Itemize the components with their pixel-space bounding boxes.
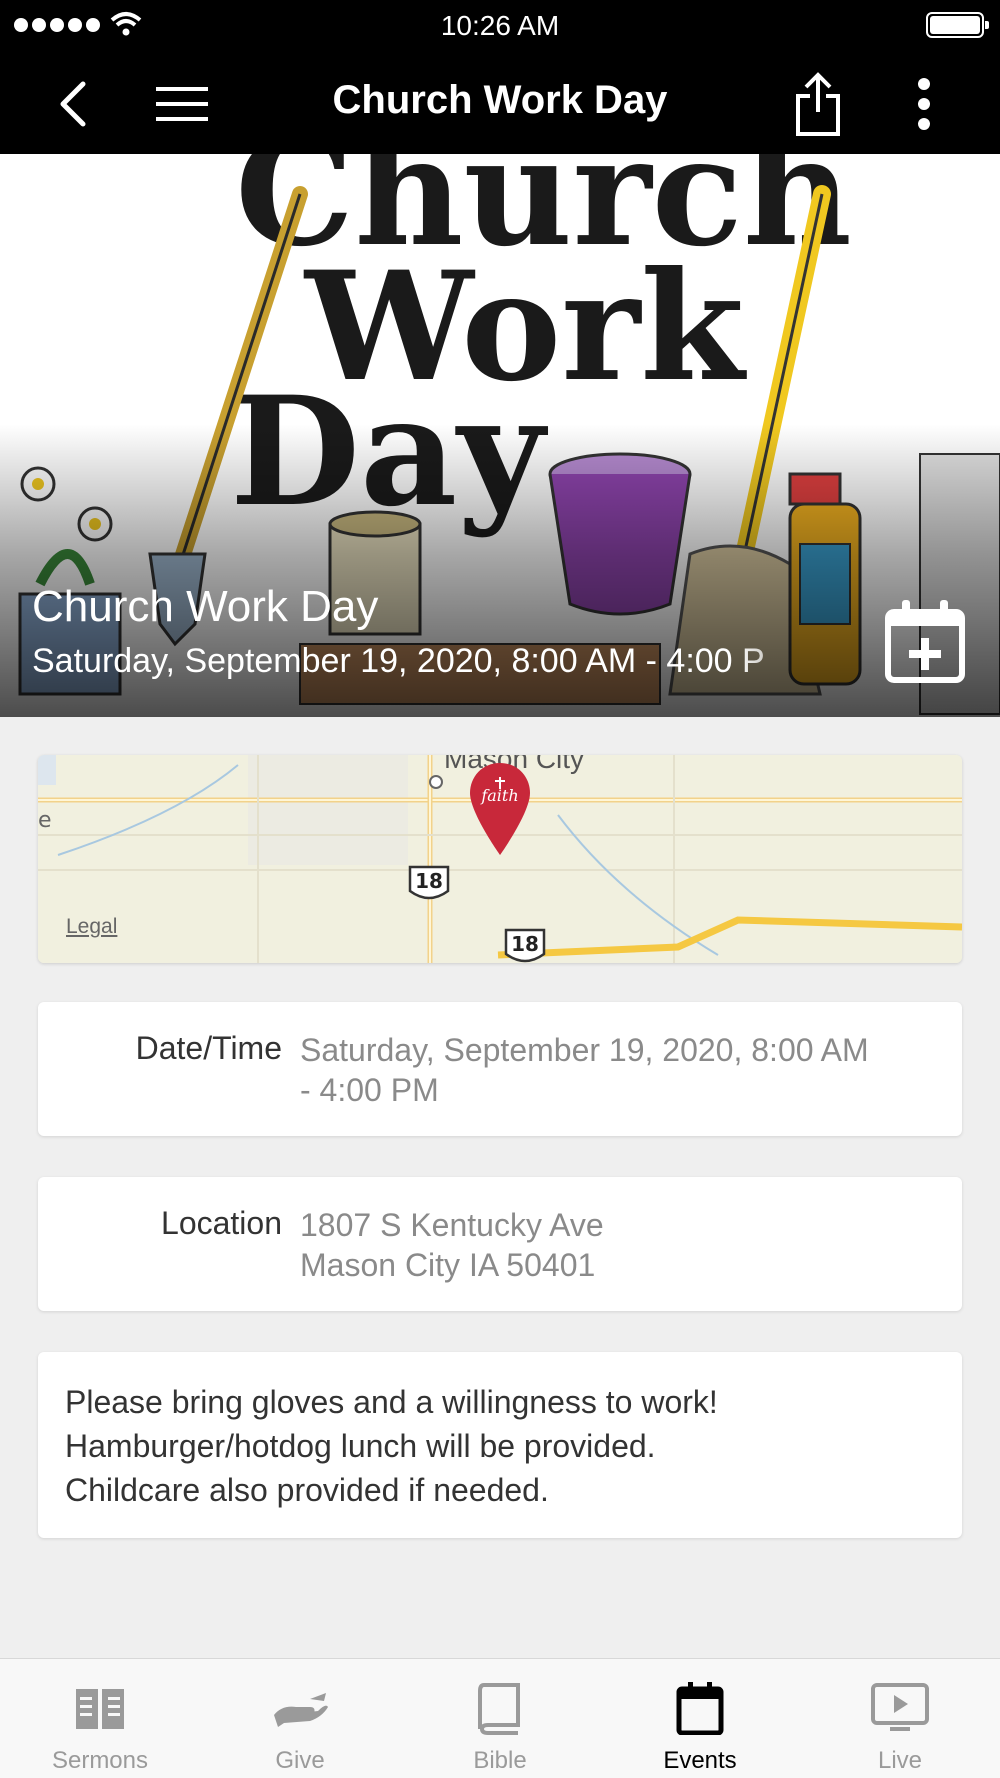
tab-label: Bible	[473, 1747, 527, 1774]
add-to-calendar-button[interactable]	[884, 598, 966, 684]
status-bar: 10:26 AM	[0, 0, 1000, 52]
event-hero: Church Work Day	[0, 154, 1000, 717]
address-line-2: Mason City IA 50401	[300, 1247, 596, 1283]
share-button[interactable]	[786, 72, 850, 136]
bible-icon	[478, 1683, 520, 1735]
play-screen-icon	[871, 1683, 929, 1731]
description-line: Childcare also provided if needed.	[65, 1472, 549, 1508]
tab-live[interactable]: Live	[800, 1659, 1000, 1778]
more-button[interactable]	[892, 72, 956, 136]
tab-label: Give	[275, 1747, 325, 1774]
map-legal-link[interactable]: Legal	[66, 915, 117, 939]
tab-label: Live	[877, 1747, 923, 1774]
tab-label: Events	[663, 1747, 737, 1774]
calendar-add-icon	[885, 600, 965, 683]
location-label: Location	[161, 1205, 282, 1241]
calendar-icon	[676, 1682, 724, 1735]
event-description: Please bring gloves and a willingness to…	[65, 1380, 925, 1512]
giving-hand-icon	[274, 1693, 328, 1727]
datetime-label: Date/Time	[135, 1030, 282, 1066]
more-vertical-icon	[918, 78, 930, 130]
location-card: Location 1807 S Kentucky Ave Mason City …	[38, 1177, 962, 1311]
datetime-card: Date/Time Saturday, September 19, 2020, …	[38, 1002, 962, 1136]
location-pin-icon[interactable]: faith	[468, 761, 532, 857]
nav-bar: Church Work Day	[0, 52, 1000, 154]
svg-text:18: 18	[511, 932, 539, 956]
event-detail-screen: 10:26 AM Church Work Day Church Work Chu…	[0, 0, 1000, 1778]
datetime-value[interactable]: Saturday, September 19, 2020, 8:00 AM - …	[300, 1030, 940, 1110]
event-date-summary: Saturday, September 19, 2020, 8:00 AM - …	[32, 642, 765, 680]
location-map[interactable]: 18 18 e Mason City faith Legal	[38, 755, 962, 963]
tab-events[interactable]: Events	[600, 1659, 800, 1778]
share-icon	[796, 72, 840, 136]
location-value[interactable]: 1807 S Kentucky Ave Mason City IA 50401	[300, 1205, 940, 1285]
tab-sermons[interactable]: Sermons	[0, 1659, 200, 1778]
open-book-icon	[76, 1689, 124, 1729]
tab-bar: Sermons Give Bible Events Live	[0, 1658, 1000, 1778]
description-card: Please bring gloves and a willingness to…	[38, 1352, 962, 1538]
svg-text:e: e	[38, 808, 52, 833]
description-line: Hamburger/hotdog lunch will be provided.	[65, 1428, 656, 1464]
tab-bible[interactable]: Bible	[400, 1659, 600, 1778]
tab-label: Sermons	[51, 1747, 149, 1774]
event-title: Church Work Day	[32, 582, 379, 631]
datetime-line-1: Saturday, September 19, 2020, 8:00 AM	[300, 1032, 869, 1068]
page-title: Church Work Day	[332, 78, 668, 122]
svg-text:18: 18	[415, 869, 443, 893]
description-line: Please bring gloves and a willingness to…	[65, 1384, 718, 1420]
status-time: 10:26 AM	[440, 10, 560, 41]
address-line-1: 1807 S Kentucky Ave	[300, 1207, 604, 1243]
tab-give[interactable]: Give	[200, 1659, 400, 1778]
battery-icon	[926, 12, 989, 38]
datetime-line-2: - 4:00 PM	[300, 1072, 439, 1108]
